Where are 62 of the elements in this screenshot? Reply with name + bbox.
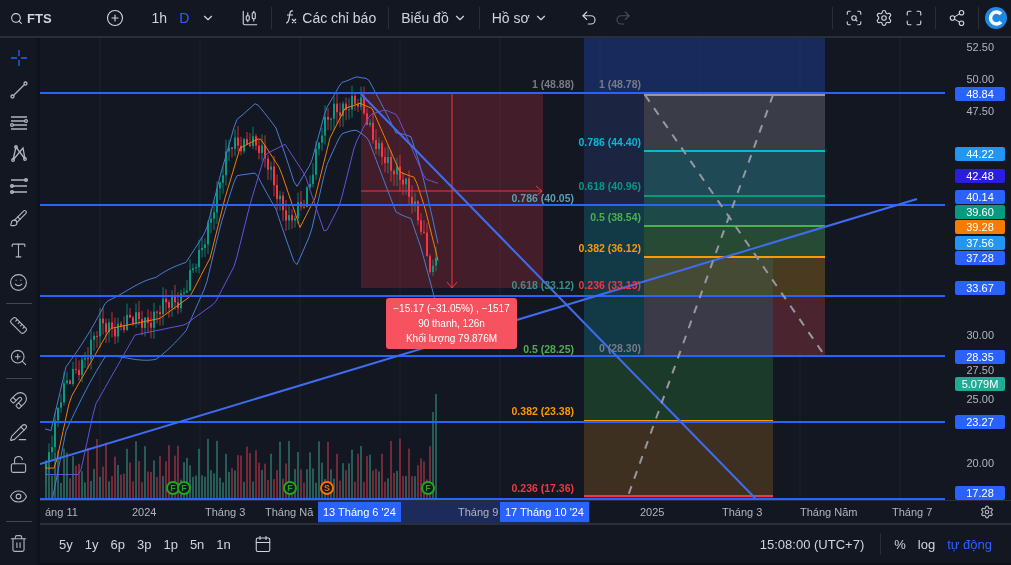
- measure-text: Khối lượng 79.876M: [404, 333, 499, 344]
- time-label: Tháng Năm: [800, 506, 858, 518]
- fib-level-label: 0.236 (17.36): [511, 482, 574, 494]
- time-label: Tháng Nă: [265, 506, 314, 518]
- price-badge: 5.079M: [955, 377, 1005, 391]
- interval-tab[interactable]: 1h: [145, 3, 174, 33]
- range-button[interactable]: 3p: [131, 532, 157, 556]
- time-label: 2024: [132, 506, 157, 518]
- fib-level-label: 0.618 (40.96): [578, 180, 641, 192]
- fib-level-label: 0 (28.30): [598, 342, 641, 354]
- log-toggle[interactable]: log: [912, 532, 941, 556]
- clock-text: 15:08:00 (UTC+7): [759, 536, 865, 552]
- time-label: áng 11: [45, 506, 78, 518]
- time-label: 2025: [640, 506, 665, 518]
- measure-text: −15.17 (−31.05%) , −1517: [392, 303, 511, 314]
- indicators-button[interactable]: Các chỉ báo: [278, 3, 383, 33]
- range-button[interactable]: 1n: [211, 532, 236, 556]
- range-button[interactable]: 1p: [158, 532, 183, 556]
- profile-menu[interactable]: Hồ sơ: [485, 3, 554, 33]
- chart-menu[interactable]: Biểu đồ: [395, 3, 473, 33]
- fib-level-label: 0.382 (23.38): [511, 405, 574, 417]
- price-badge: 48.84: [955, 87, 1005, 101]
- price-badge: 23.27: [955, 415, 1005, 429]
- fib-level-label: 0.5 (28.25): [523, 343, 574, 355]
- range-button[interactable]: 5y: [54, 532, 78, 556]
- measure-text: 90 thanh, 126n: [417, 318, 486, 329]
- price-badge: 33.67: [955, 281, 1005, 295]
- price-badge: 39.60: [955, 205, 1005, 219]
- time-badge: 13 Tháng 6 '24: [318, 502, 401, 522]
- price-tick: 50.00: [966, 73, 994, 85]
- price-tick: 30.00: [966, 329, 994, 341]
- price-badge: 28.35: [955, 350, 1005, 364]
- range-button[interactable]: 1y: [79, 532, 104, 556]
- fib-level-label: 1 (48.78): [598, 78, 641, 90]
- price-badge: 42.48: [955, 169, 1005, 183]
- fib-level-label: 1 (48.88): [531, 78, 574, 90]
- fib-level-label: 0.786 (44.40): [578, 136, 641, 148]
- auto-scale-toggle[interactable]: tự động: [942, 532, 997, 556]
- price-tick: 47.50: [966, 105, 994, 117]
- price-badge: 40.14: [955, 190, 1005, 204]
- time-label: Tháng 9: [458, 506, 499, 518]
- symbol-search[interactable]: FTS: [4, 3, 58, 33]
- price-tick: 27.50: [966, 364, 994, 376]
- fib-level-label: 0.5 (38.54): [590, 211, 641, 223]
- fib-level-label: 0.786 (40.05): [511, 192, 574, 204]
- price-badge: 39.28: [955, 220, 1005, 234]
- range-button[interactable]: 6p: [105, 532, 130, 556]
- price-tick: 52.50: [966, 41, 994, 53]
- price-badge: 37.56: [955, 236, 1005, 250]
- time-label: Tháng 3: [722, 506, 763, 518]
- time-badge: 17 Tháng 10 '24: [500, 502, 589, 522]
- interval-tab[interactable]: D: [173, 3, 196, 33]
- range-button[interactable]: 5n: [184, 532, 210, 556]
- price-tick: 20.00: [966, 457, 994, 469]
- price-tick: 25.00: [966, 393, 994, 405]
- fib-level-label: 0.382 (36.12): [578, 242, 641, 254]
- time-label: Tháng 3: [205, 506, 246, 518]
- price-badge: 17.28: [955, 486, 1005, 500]
- price-badge: 37.28: [955, 251, 1005, 265]
- price-badge: 44.22: [955, 147, 1005, 161]
- percent-toggle[interactable]: %: [889, 532, 911, 556]
- time-label: Tháng 7: [892, 506, 933, 518]
